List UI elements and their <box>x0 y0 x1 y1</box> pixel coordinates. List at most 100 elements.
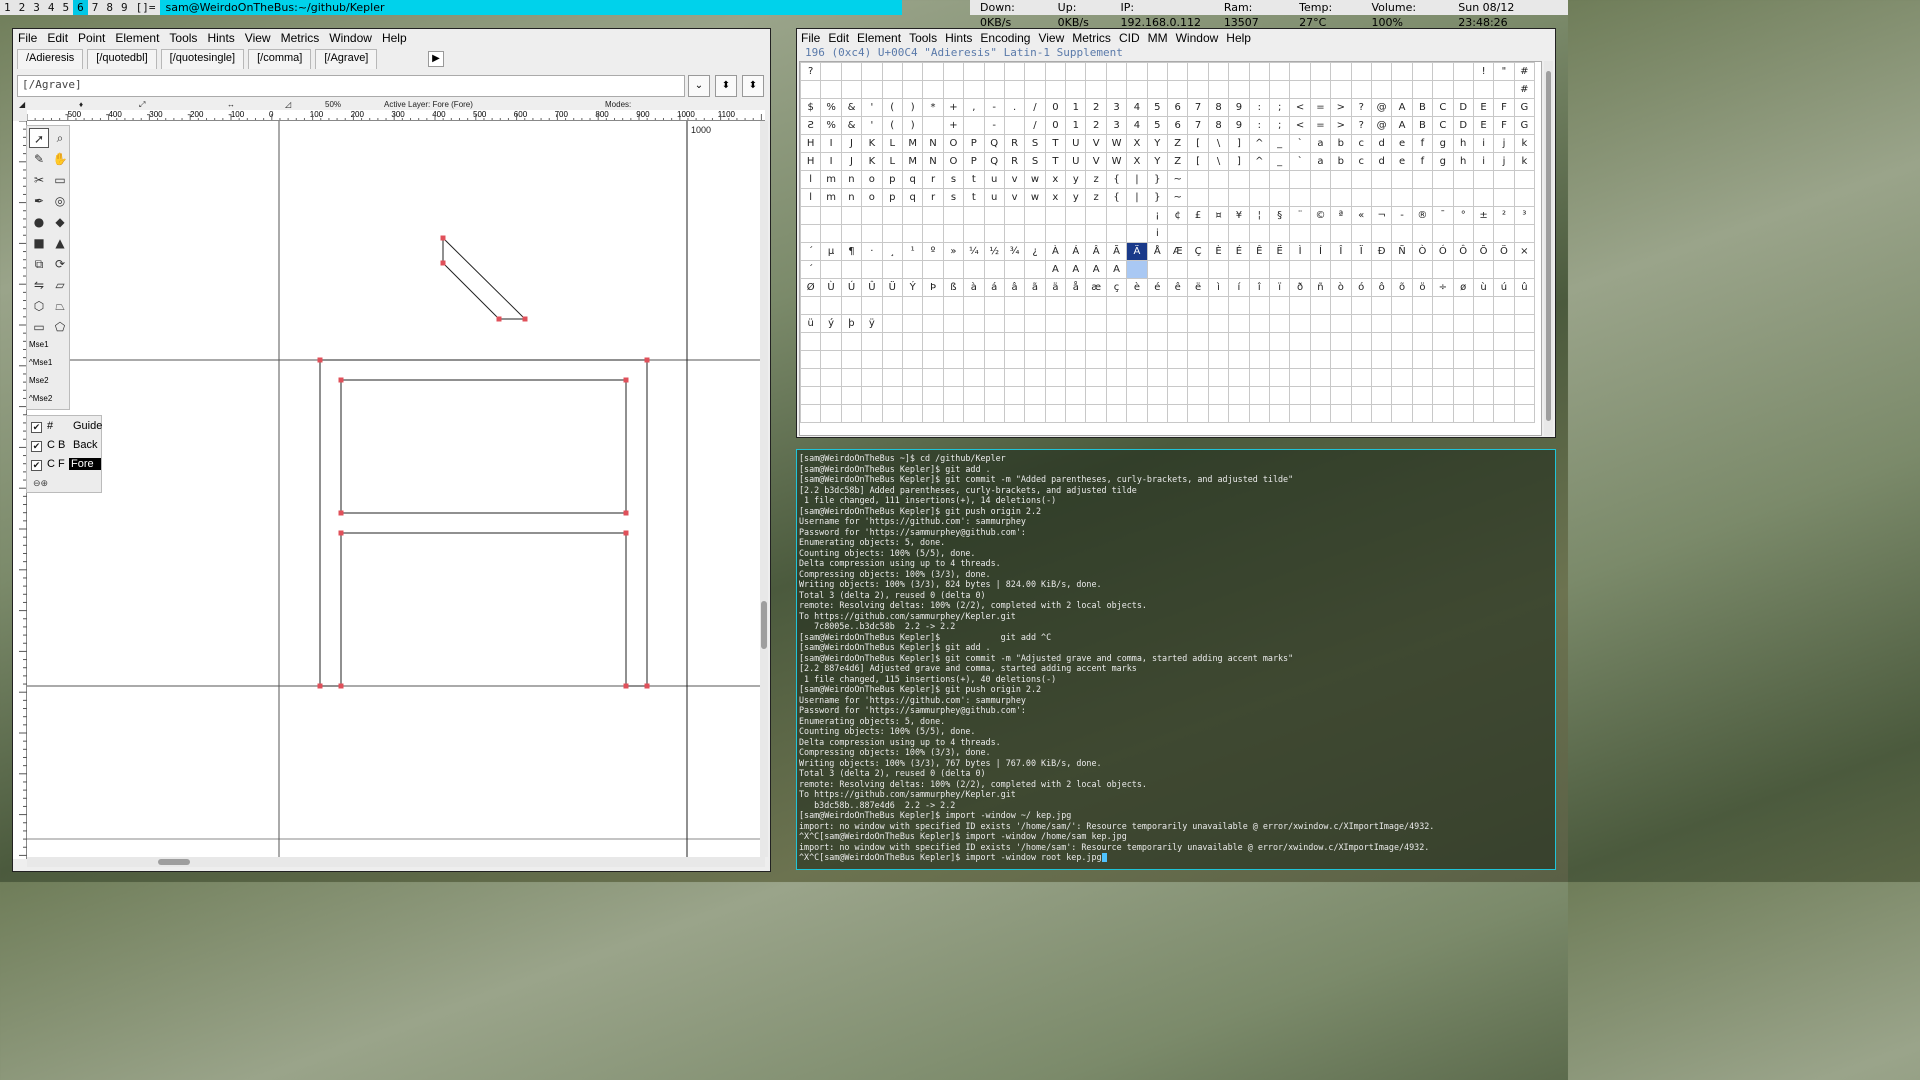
glyph-cell[interactable] <box>1065 404 1087 423</box>
fv-menu-view[interactable]: View <box>1034 31 1068 45</box>
flip-tool-icon[interactable]: ⇋ <box>29 275 49 295</box>
glyph-cell[interactable] <box>820 80 842 99</box>
glyph-cell[interactable] <box>881 332 903 351</box>
glyph-cell[interactable]: h <box>1452 152 1474 171</box>
glyph-cell[interactable]: @ <box>1370 116 1393 135</box>
glyph-cell[interactable] <box>1228 260 1250 279</box>
glyph-cell[interactable] <box>1493 404 1515 423</box>
horizontal-scroll-thumb[interactable] <box>158 859 190 865</box>
menu-point[interactable]: Point <box>73 31 110 45</box>
glyph-cell[interactable]: A <box>1085 260 1107 279</box>
glyph-cell[interactable] <box>820 368 842 387</box>
glyph-cell[interactable] <box>1228 296 1250 315</box>
glyph-cell[interactable] <box>1391 368 1413 387</box>
contour-point[interactable] <box>623 510 629 516</box>
glyph-cell[interactable]: b <box>1330 152 1352 171</box>
glyph-cell[interactable] <box>1330 296 1352 315</box>
glyph-cell[interactable]: > <box>1330 116 1352 135</box>
pen-tool-icon[interactable]: ✒ <box>29 191 49 211</box>
glyph-cell[interactable]: 3 <box>1105 116 1128 135</box>
glyph-cell[interactable] <box>1452 368 1474 387</box>
glyph-cell[interactable] <box>1105 332 1128 351</box>
glyph-cell[interactable] <box>1268 368 1291 387</box>
glyph-cell[interactable]: { <box>1105 188 1128 207</box>
glyph-cell[interactable] <box>1105 404 1128 423</box>
glyph-cell[interactable] <box>1187 368 1209 387</box>
glyph-cell[interactable]: - <box>983 116 1005 135</box>
glyph-cell[interactable] <box>1044 404 1067 423</box>
glyph-cell[interactable] <box>1146 404 1169 423</box>
polygon-tool-icon[interactable]: ⬠ <box>50 317 70 337</box>
glyph-cell[interactable]: _ <box>1268 152 1291 171</box>
3d-rotate-tool-icon[interactable]: ⬡ <box>29 296 49 316</box>
glyph-cell[interactable] <box>1065 332 1087 351</box>
glyph-cell[interactable]: A <box>1065 260 1087 279</box>
glyph-cell[interactable]: T <box>1044 152 1067 171</box>
menu-tools[interactable]: Tools <box>164 31 202 45</box>
glyph-cell[interactable] <box>861 260 883 279</box>
glyph-cell[interactable] <box>1024 80 1046 99</box>
magnify-tool-icon[interactable]: ⌕ <box>50 128 70 148</box>
glyph-cell[interactable]: A <box>1044 260 1067 279</box>
glyph-cell[interactable]: ) <box>901 116 924 135</box>
contour-point[interactable] <box>440 260 446 266</box>
glyph-cell[interactable] <box>942 404 965 423</box>
glyph-cell[interactable] <box>1411 80 1434 99</box>
glyph-cell[interactable] <box>1105 80 1128 99</box>
glyph-cell[interactable] <box>1370 188 1393 207</box>
glyph-cell[interactable] <box>1411 188 1434 207</box>
glyph-cell[interactable] <box>1350 224 1372 243</box>
glyph-cell[interactable] <box>963 80 985 99</box>
menu-element[interactable]: Element <box>110 31 164 45</box>
glyph-cell[interactable]: 1 <box>1065 116 1087 135</box>
tab-glyph[interactable]: [/comma] <box>248 49 312 69</box>
glyph-cell[interactable] <box>861 332 883 351</box>
glyph-cell[interactable] <box>1126 332 1148 351</box>
glyph-cell[interactable]: # <box>1513 80 1536 99</box>
glyph-cell[interactable] <box>800 80 822 99</box>
glyph-cell[interactable] <box>1207 188 1230 207</box>
glyph-cell[interactable] <box>1330 80 1352 99</box>
contour-point[interactable] <box>644 683 650 689</box>
glyph-cell[interactable] <box>1513 404 1536 423</box>
glyph-cell[interactable]: a <box>1309 152 1332 171</box>
font-view-scroll-thumb[interactable] <box>1546 71 1551 421</box>
ruler-tool-icon[interactable]: ▭ <box>50 170 70 190</box>
glyph-cell[interactable] <box>1044 332 1067 351</box>
glyph-cell[interactable] <box>1228 368 1250 387</box>
glyph-cell[interactable] <box>1248 188 1270 207</box>
menu-view[interactable]: View <box>240 31 276 45</box>
glyph-cell[interactable] <box>840 224 863 243</box>
glyph-cell[interactable]: 2 <box>1085 116 1107 135</box>
glyph-cell[interactable] <box>1472 368 1495 387</box>
glyph-cell[interactable] <box>1024 332 1046 351</box>
glyph-cell[interactable] <box>1003 224 1026 243</box>
glyph-cell[interactable] <box>1207 260 1230 279</box>
glyph-cell[interactable]: P <box>963 152 985 171</box>
glyph-cell[interactable]: g <box>1432 152 1454 171</box>
glyph-cell[interactable]: } <box>1146 188 1169 207</box>
workspace-3[interactable]: 3 <box>29 0 44 15</box>
glyph-cell[interactable] <box>1085 368 1107 387</box>
glyph-cell[interactable] <box>1432 224 1454 243</box>
glyph-cell[interactable] <box>1187 296 1209 315</box>
glyph-cell[interactable] <box>1493 80 1515 99</box>
glyph-cell[interactable] <box>1309 224 1332 243</box>
glyph-cell[interactable]: C <box>1432 116 1454 135</box>
glyph-cell[interactable] <box>983 224 1005 243</box>
glyph-cell[interactable] <box>1391 224 1413 243</box>
outer-contour[interactable] <box>319 359 648 687</box>
glyph-cell[interactable] <box>1024 404 1046 423</box>
glyph-cell[interactable]: l <box>800 188 822 207</box>
glyph-cell[interactable]: < <box>1289 116 1311 135</box>
glyph-cell[interactable] <box>1472 224 1495 243</box>
glyph-cell[interactable] <box>1493 188 1515 207</box>
glyph-cell[interactable] <box>861 224 883 243</box>
glyph-cell[interactable] <box>1228 332 1250 351</box>
glyph-cell[interactable] <box>1085 80 1107 99</box>
glyph-cell[interactable] <box>840 332 863 351</box>
contour-point[interactable] <box>440 235 446 241</box>
glyph-cell[interactable] <box>1126 260 1148 279</box>
glyph-cell[interactable]: Q <box>983 152 1005 171</box>
tab-glyph[interactable]: [/quotedbl] <box>87 49 157 69</box>
